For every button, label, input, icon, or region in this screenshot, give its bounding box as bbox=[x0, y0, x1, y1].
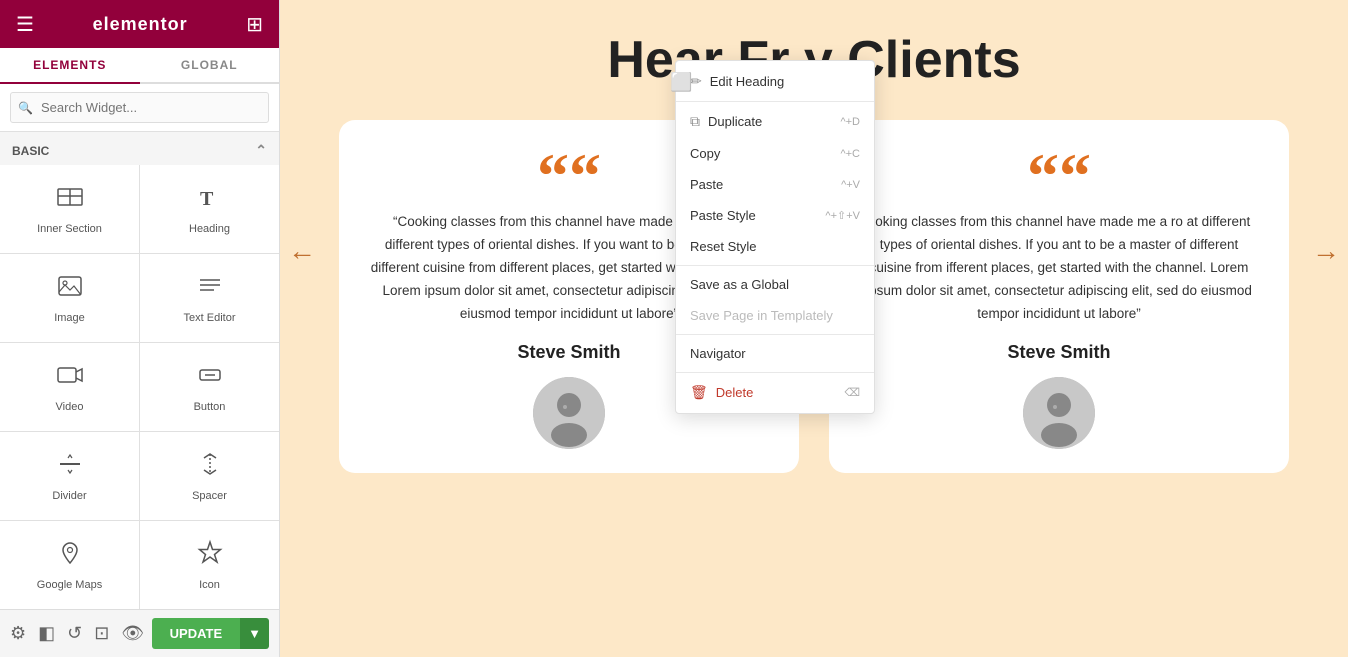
context-duplicate-shortcut: ^+D bbox=[840, 116, 860, 128]
update-dropdown-button[interactable]: ▼ bbox=[240, 618, 269, 649]
widget-button[interactable]: Button bbox=[140, 343, 279, 431]
context-menu-navigator[interactable]: Navigator bbox=[676, 338, 874, 369]
widget-heading-label: Heading bbox=[189, 223, 230, 235]
search-wrapper bbox=[10, 92, 269, 123]
quote-icon-1: ““ bbox=[537, 150, 601, 201]
context-duplicate-label: Duplicate bbox=[708, 114, 762, 129]
tab-elements[interactable]: ELEMENTS bbox=[0, 48, 140, 84]
widget-text-editor-label: Text Editor bbox=[184, 312, 236, 324]
widget-google-maps-label: Google Maps bbox=[37, 579, 102, 591]
widget-spacer[interactable]: Spacer bbox=[140, 432, 279, 520]
context-copy-label: Copy bbox=[690, 146, 720, 161]
search-container bbox=[0, 84, 279, 132]
context-copy-shortcut: ^+C bbox=[840, 148, 860, 160]
template-icon[interactable]: ⊡ bbox=[94, 623, 109, 644]
context-menu-delete[interactable]: 🗑 Delete ⌫ bbox=[676, 376, 874, 409]
heading-icon: T bbox=[196, 183, 224, 217]
testimonial-name-1: Steve Smith bbox=[517, 342, 620, 363]
edit-icon: ✏ bbox=[690, 73, 702, 90]
icon-icon bbox=[196, 539, 224, 573]
widget-divider-label: Divider bbox=[52, 490, 86, 502]
context-menu-reset-style[interactable]: Reset Style bbox=[676, 231, 874, 262]
context-menu-separator-3 bbox=[676, 334, 874, 335]
context-menu-paste[interactable]: Paste ^+V bbox=[676, 169, 874, 200]
context-menu-paste-style[interactable]: Paste Style ^+⇧+V bbox=[676, 200, 874, 231]
main-content: Hear Fr y Clients ← ““ “Cooking classes … bbox=[280, 0, 1348, 657]
context-menu: ✏ Edit Heading ⧉ Duplicate ^+D Copy ^+C … bbox=[675, 60, 875, 414]
widget-icon[interactable]: Icon bbox=[140, 521, 279, 609]
section-collapse-arrow[interactable]: ⌃ bbox=[255, 142, 267, 159]
history-icon[interactable]: ↺ bbox=[67, 623, 82, 644]
context-menu-separator-2 bbox=[676, 265, 874, 266]
bottom-icons: ⚙ ◧ ↺ ⊡ 👁 bbox=[10, 623, 144, 644]
context-delete-shortcut: ⌫ bbox=[844, 386, 860, 399]
context-menu-edit-heading[interactable]: ✏ Edit Heading bbox=[676, 65, 874, 98]
video-icon bbox=[56, 361, 84, 395]
svg-text:T: T bbox=[200, 188, 214, 210]
widget-icon-label: Icon bbox=[199, 579, 220, 591]
context-menu-separator-1 bbox=[676, 101, 874, 102]
update-btn-wrapper: UPDATE ▼ bbox=[152, 618, 269, 649]
context-menu-separator-4 bbox=[676, 372, 874, 373]
context-save-global-label: Save as a Global bbox=[690, 277, 789, 292]
context-paste-label: Paste bbox=[690, 177, 723, 192]
context-menu-save-global[interactable]: Save as a Global bbox=[676, 269, 874, 300]
sidebar-tabs: ELEMENTS GLOBAL bbox=[0, 48, 279, 84]
update-button[interactable]: UPDATE bbox=[152, 618, 240, 649]
context-save-templately-label: Save Page in Templately bbox=[690, 308, 833, 323]
sidebar-header: ☰ elementor ⊞ bbox=[0, 0, 279, 48]
search-input[interactable] bbox=[10, 92, 269, 123]
widget-text-editor[interactable]: Text Editor bbox=[140, 254, 279, 342]
sidebar: ☰ elementor ⊞ ELEMENTS GLOBAL BASIC ⌃ bbox=[0, 0, 280, 657]
widget-video[interactable]: Video bbox=[0, 343, 139, 431]
widgets-grid: Inner Section T Heading Image bbox=[0, 165, 279, 609]
context-reset-style-label: Reset Style bbox=[690, 239, 756, 254]
duplicate-icon: ⧉ bbox=[690, 113, 700, 130]
widget-image[interactable]: Image bbox=[0, 254, 139, 342]
context-paste-style-shortcut: ^+⇧+V bbox=[825, 209, 860, 222]
widget-button-label: Button bbox=[194, 401, 226, 413]
context-paste-style-label: Paste Style bbox=[690, 208, 756, 223]
context-menu-copy[interactable]: Copy ^+C bbox=[676, 138, 874, 169]
widget-spacer-label: Spacer bbox=[192, 490, 227, 502]
trash-icon: 🗑 bbox=[690, 384, 708, 401]
context-menu-save-templately[interactable]: Save Page in Templately bbox=[676, 300, 874, 331]
context-paste-shortcut: ^+V bbox=[841, 179, 860, 191]
testimonial-avatar-1 bbox=[533, 377, 605, 449]
widget-heading[interactable]: T Heading bbox=[140, 165, 279, 253]
spacer-icon bbox=[196, 450, 224, 484]
widget-divider[interactable]: Divider bbox=[0, 432, 139, 520]
widget-google-maps[interactable]: Google Maps bbox=[0, 521, 139, 609]
settings-icon[interactable]: ⚙ bbox=[10, 623, 26, 644]
menu-icon[interactable]: ☰ bbox=[16, 12, 34, 37]
context-delete-label: Delete bbox=[716, 385, 754, 400]
widget-image-label: Image bbox=[54, 312, 85, 324]
inner-section-icon bbox=[56, 183, 84, 217]
testimonial-name-2: Steve Smith bbox=[1007, 342, 1110, 363]
tab-global[interactable]: GLOBAL bbox=[140, 48, 280, 82]
carousel-arrow-left[interactable]: ← bbox=[288, 235, 316, 267]
button-icon bbox=[196, 361, 224, 395]
sidebar-bottom: ⚙ ◧ ↺ ⊡ 👁 UPDATE ▼ bbox=[0, 609, 279, 657]
text-editor-icon bbox=[196, 272, 224, 306]
layers-icon[interactable]: ◧ bbox=[38, 623, 55, 644]
widget-inner-section-label: Inner Section bbox=[37, 223, 102, 235]
maps-icon bbox=[56, 539, 84, 573]
widget-video-label: Video bbox=[56, 401, 84, 413]
carousel-arrow-right[interactable]: → bbox=[1312, 235, 1340, 267]
grid-icon[interactable]: ⊞ bbox=[246, 12, 263, 37]
context-navigator-label: Navigator bbox=[690, 346, 746, 361]
section-basic-label: BASIC ⌃ bbox=[0, 132, 279, 165]
testimonial-card-2: ““ ooking classes from this channel have… bbox=[829, 120, 1289, 473]
divider-icon bbox=[56, 450, 84, 484]
testimonial-avatar-2 bbox=[1023, 377, 1095, 449]
image-icon bbox=[56, 272, 84, 306]
widget-inner-section[interactable]: Inner Section bbox=[0, 165, 139, 253]
context-menu-duplicate[interactable]: ⧉ Duplicate ^+D bbox=[676, 105, 874, 138]
eye-icon[interactable]: 👁 bbox=[121, 623, 144, 644]
testimonial-text-2: ooking classes from this channel have ma… bbox=[857, 211, 1261, 326]
quote-icon-2: ““ bbox=[1027, 150, 1091, 201]
context-edit-heading-label: Edit Heading bbox=[710, 74, 784, 89]
elementor-logo: elementor bbox=[93, 14, 188, 35]
